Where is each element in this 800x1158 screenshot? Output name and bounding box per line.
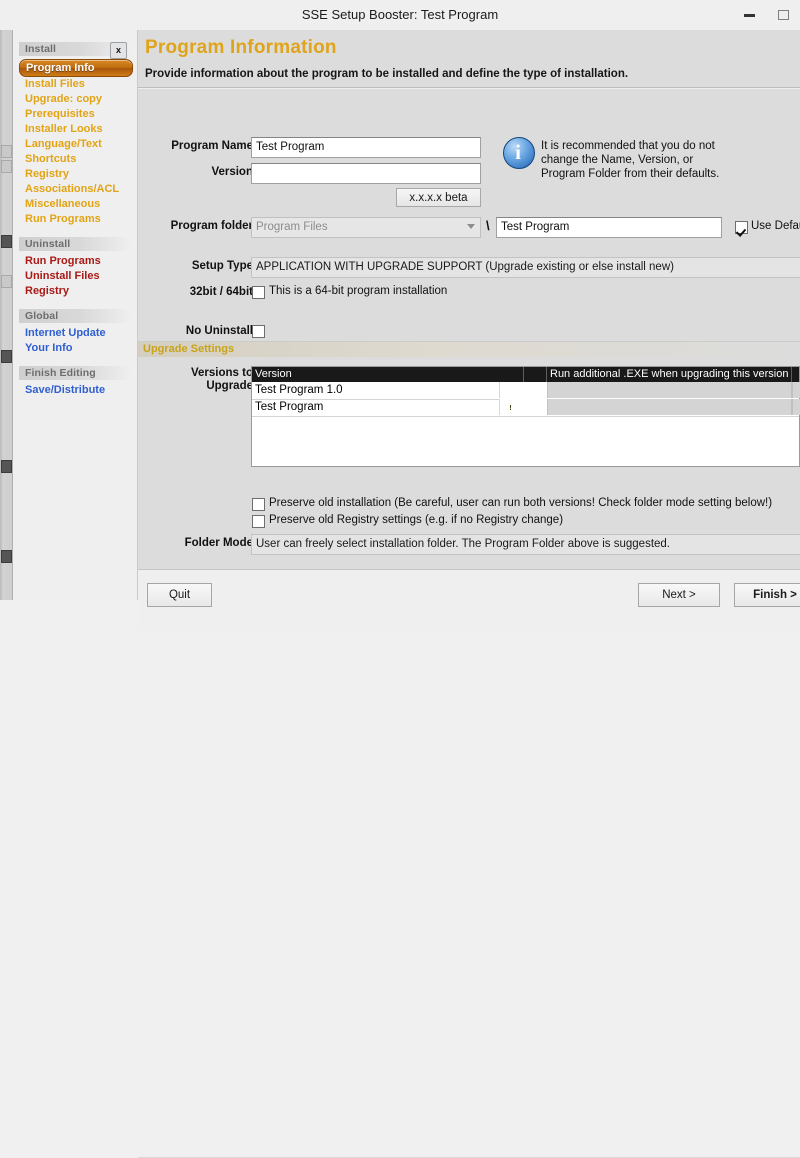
cell-warning-slot: ! [499,399,547,415]
cell-run-exe [547,382,792,398]
table-row[interactable]: Test Program 1.0 [252,382,800,400]
sidebar-item-registry-uninstall[interactable]: Registry [13,284,137,299]
program-folder-label: Program folder [170,220,253,232]
minimize-icon [743,13,755,17]
program-name-label: Program Name [171,140,253,152]
cell-version: Test Program 1.0 [255,384,343,396]
program-name-input[interactable]: Test Program [251,137,481,158]
finish-button[interactable]: Finish > [734,583,800,607]
sidebar-item-install-files[interactable]: Install Files [13,77,137,92]
page-title: Program Information [145,37,337,58]
bitness-checkbox[interactable] [252,286,265,299]
sidebar-section-global: Global [19,309,131,323]
sidebar-item-associations-acl[interactable]: Associations/ACL [13,182,137,197]
chevron-down-icon [467,224,475,229]
no-uninstall-checkbox[interactable] [252,325,265,338]
versions-to-upgrade-label-line1: Versions to [191,367,253,379]
sidebar-item-miscellaneous[interactable]: Miscellaneous [13,197,137,212]
warning-icon: ! [505,402,516,415]
table-row[interactable]: Test Program ! [252,399,800,417]
quit-button[interactable]: Quit [147,583,212,607]
preserve-install-label: Preserve old installation (Be careful, u… [269,497,773,509]
preserve-registry-label: Preserve old Registry settings (e.g. if … [269,514,564,526]
column-header-end [792,367,800,382]
edge-handle-4[interactable] [1,275,12,288]
folder-mode-label: Folder Mode [184,537,253,549]
footer-bar: Quit Next > Finish > [138,570,800,1158]
version-label: Version [211,166,253,178]
version-format-button[interactable]: x.x.x.x beta [396,188,481,207]
sidebar-item-shortcuts[interactable]: Shortcuts [13,152,137,167]
sidebar-item-save-distribute[interactable]: Save/Distribute [13,383,137,398]
sidebar-section-finish-editing: Finish Editing [19,366,131,380]
versions-to-upgrade-label-line2: Upgrade [206,380,253,392]
cell-version: Test Program [255,401,324,413]
path-separator: \ [486,218,490,233]
sidebar-item-registry[interactable]: Registry [13,167,137,182]
sidebar: Install Program Info Install Files Upgra… [13,30,138,600]
sidebar-item-program-info[interactable]: Program Info [19,59,133,77]
no-uninstall-label: No Uninstall [185,325,253,337]
versions-table[interactable]: Version Run additional .EXE when upgradi… [251,366,800,467]
edge-handle-7[interactable] [1,550,12,563]
info-icon: i [503,137,535,169]
sidebar-item-your-info[interactable]: Your Info [13,341,137,356]
column-header-spacer [524,367,547,382]
version-input[interactable] [251,163,481,184]
upgrade-settings-band: Upgrade Settings [138,341,800,357]
sidebar-item-internet-update[interactable]: Internet Update [13,326,137,341]
preserve-install-checkbox[interactable] [252,498,265,511]
program-subfolder-input[interactable]: Test Program [496,217,722,238]
sidebar-item-prerequisites[interactable]: Prerequisites [13,107,137,122]
cell-end [792,382,800,398]
window-title: SSE Setup Booster: Test Program [301,7,499,22]
cell-run-exe [547,399,792,415]
edge-handle-5[interactable] [1,350,12,363]
cell-warning-slot [499,382,547,398]
column-header-version: Version [252,367,524,382]
minimize-button[interactable] [732,0,766,30]
column-header-run-exe: Run additional .EXE when upgrading this … [547,367,792,382]
edge-handle-3[interactable] [1,235,12,248]
use-default-checkbox[interactable] [735,221,748,234]
table-header-row: Version Run additional .EXE when upgradi… [252,367,799,382]
maximize-button[interactable] [766,0,800,30]
info-text-line-2: change the Name, Version, or [541,154,694,166]
edge-handle-1[interactable] [1,145,12,158]
info-text-line-1: It is recommended that you do not [541,140,715,152]
edge-handle-2[interactable] [1,160,12,173]
setup-type-label: Setup Type [191,260,253,272]
page-subtitle: Provide information about the program to… [145,68,629,80]
form-area: Program Name Test Program Version x.x.x.… [138,89,800,569]
window-left-edge [0,30,13,600]
application-window: SSE Setup Booster: Test Program Install … [0,0,800,1158]
bitness-checkbox-label: This is a 64-bit program installation [269,285,448,297]
program-folder-selected-value: Program Files [256,221,328,233]
program-folder-select[interactable]: Program Files [251,217,481,238]
content-panel: x Program Information Provide informatio… [110,30,800,1158]
info-text-line-3: Program Folder from their defaults. [541,168,720,180]
setup-type-value[interactable]: APPLICATION WITH UPGRADE SUPPORT (Upgrad… [251,257,800,278]
folder-mode-value[interactable]: User can freely select installation fold… [251,534,800,555]
edge-handle-6[interactable] [1,460,12,473]
window-controls [732,0,800,30]
sidebar-item-run-programs-uninstall[interactable]: Run Programs [13,254,137,269]
cell-end [792,399,800,415]
next-button[interactable]: Next > [638,583,720,607]
sidebar-item-installer-looks[interactable]: Installer Looks [13,122,137,137]
preserve-registry-checkbox[interactable] [252,515,265,528]
sidebar-item-uninstall-files[interactable]: Uninstall Files [13,269,137,284]
bitness-label: 32bit / 64bit [189,286,253,298]
close-panel-button[interactable]: x [110,42,127,59]
sidebar-item-language-text[interactable]: Language/Text [13,137,137,152]
title-bar: SSE Setup Booster: Test Program [0,0,800,31]
sidebar-item-run-programs-install[interactable]: Run Programs [13,212,137,227]
maximize-icon [777,10,789,20]
sidebar-item-upgrade-copy[interactable]: Upgrade: copy [13,92,137,107]
use-default-label: Use Defau [751,220,800,232]
sidebar-section-uninstall: Uninstall [19,237,131,251]
